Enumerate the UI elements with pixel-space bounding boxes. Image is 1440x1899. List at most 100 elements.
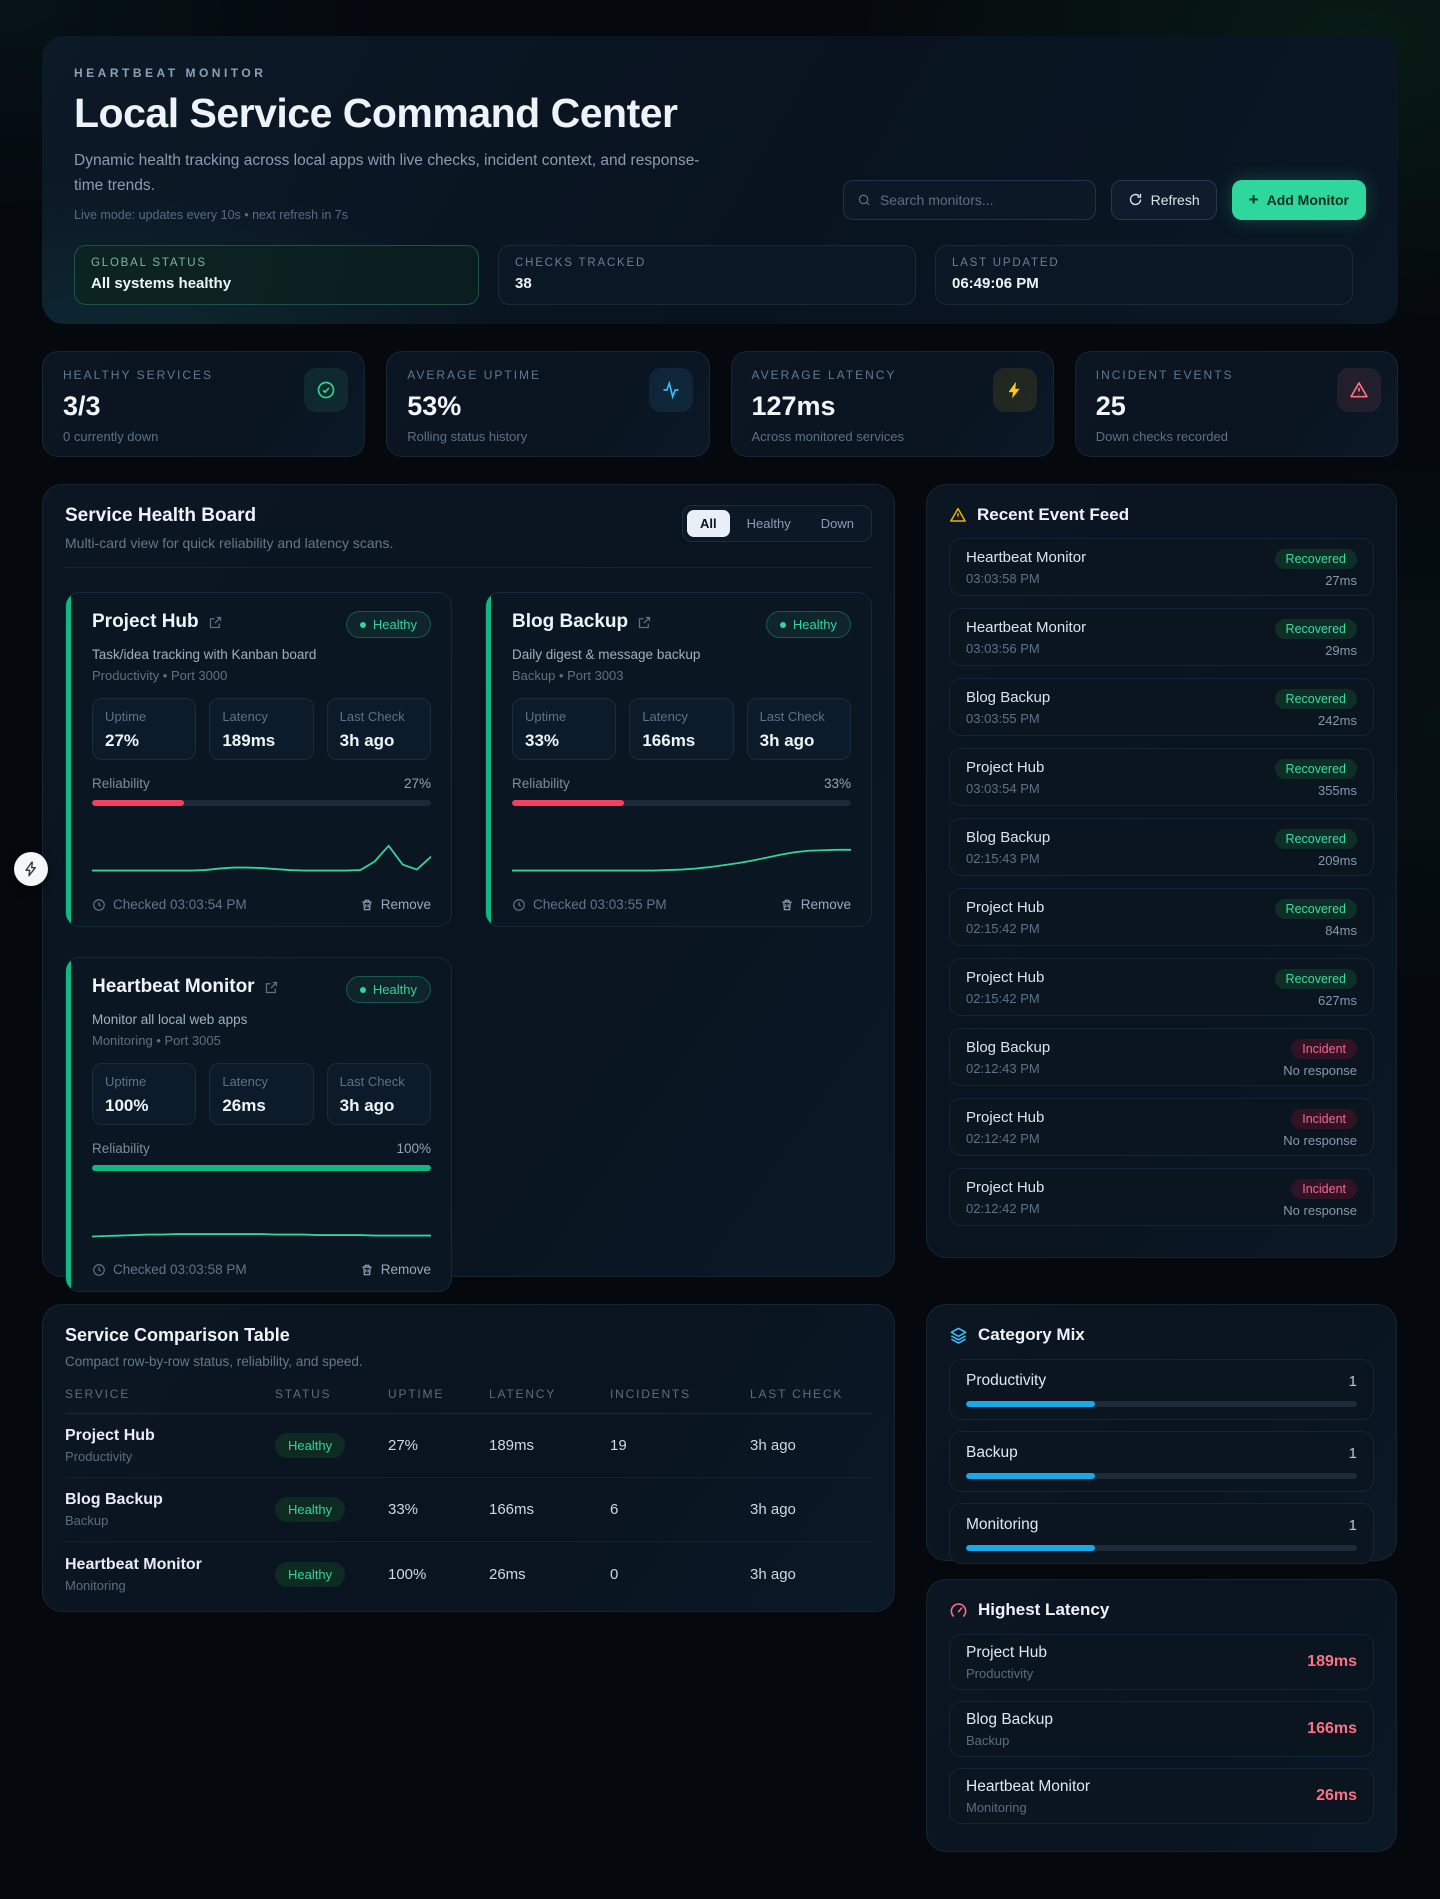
kpi-value: 127ms [752, 391, 1033, 422]
service-meta: Monitoring • Port 3005 [92, 1033, 431, 1048]
check-circle-icon [316, 380, 336, 400]
reliability-percent: 100% [396, 1141, 431, 1156]
category-track [966, 1473, 1357, 1479]
remove-label: Remove [381, 1262, 431, 1277]
reliability-label: Reliability [92, 1141, 150, 1156]
external-link-icon[interactable] [264, 980, 279, 995]
last-check-label: Last Check [340, 1074, 418, 1089]
kpi-sub: Rolling status history [407, 429, 688, 444]
feed-item: Project Hub03:03:54 PMRecovered355ms [949, 748, 1374, 806]
status-badge: Healthy [346, 976, 431, 1003]
service-card-heartbeat-monitor: Heartbeat Monitor Healthy Monitor all lo… [65, 957, 452, 1292]
event-service: Heartbeat Monitor [966, 549, 1086, 566]
event-badge: Recovered [1275, 969, 1357, 989]
kpi-average-uptime: AVERAGE UPTIME 53% Rolling status histor… [386, 351, 709, 457]
feed-item: Blog Backup03:03:55 PMRecovered242ms [949, 678, 1374, 736]
remove-button[interactable]: Remove [360, 897, 431, 912]
last-updated-label: LAST UPDATED [952, 257, 1336, 269]
trash-icon [360, 1263, 374, 1277]
latency-box: Latency26ms [209, 1063, 313, 1125]
global-status-label: GLOBAL STATUS [91, 257, 462, 269]
last-check-value: 3h ago [340, 1096, 418, 1116]
filter-healthy[interactable]: Healthy [734, 510, 804, 537]
page-description: Dynamic health tracking across local app… [74, 149, 704, 199]
external-link-icon[interactable] [208, 615, 223, 630]
row-category: Productivity [65, 1449, 275, 1464]
last-check-value: 3h ago [760, 731, 838, 751]
hero-text: HEARTBEAT MONITOR Local Service Command … [74, 66, 704, 222]
service-cards: Project Hub Healthy Task/idea tracking w… [65, 592, 872, 1292]
page: HEARTBEAT MONITOR Local Service Command … [0, 0, 1398, 1852]
event-badge: Incident [1291, 1179, 1357, 1199]
checks-tracked-value: 38 [515, 275, 899, 292]
event-badge: Recovered [1275, 759, 1357, 779]
board-title: Service Health Board [65, 505, 393, 527]
row-uptime: 27% [388, 1437, 489, 1454]
remove-button[interactable]: Remove [360, 1262, 431, 1277]
refresh-button[interactable]: Refresh [1111, 180, 1217, 220]
category-track [966, 1401, 1357, 1407]
event-service: Blog Backup [966, 829, 1050, 846]
recent-event-feed: Recent Event Feed Heartbeat Monitor03:03… [926, 484, 1397, 1258]
event-time: 03:03:55 PM [966, 711, 1050, 726]
status-text: Healthy [793, 617, 837, 632]
uptime-value: 27% [105, 731, 183, 751]
add-monitor-button[interactable]: + Add Monitor [1232, 180, 1366, 220]
right-column: Recent Event Feed Heartbeat Monitor03:03… [926, 484, 1397, 1852]
refresh-label: Refresh [1151, 192, 1200, 208]
service-meta: Backup • Port 3003 [512, 668, 851, 683]
latency-label: Latency [222, 1074, 300, 1089]
filter-down[interactable]: Down [808, 510, 867, 537]
category-name: Monitoring [966, 1516, 1038, 1534]
filter-all[interactable]: All [687, 510, 730, 537]
category-mix: Category Mix Productivity1 Backup1 Monit… [926, 1304, 1397, 1561]
category-mix-title: Category Mix [978, 1325, 1085, 1345]
latency-category: Monitoring [966, 1800, 1090, 1815]
table-subtitle: Compact row-by-row status, reliability, … [65, 1354, 872, 1369]
latency-service: Project Hub [966, 1644, 1047, 1662]
uptime-value: 33% [525, 731, 603, 751]
feed-item: Heartbeat Monitor03:03:58 PMRecovered27m… [949, 538, 1374, 596]
lightning-icon [23, 861, 39, 877]
kpi-sub: Down checks recorded [1096, 429, 1377, 444]
event-time: 03:03:54 PM [966, 781, 1044, 796]
uptime-label: Uptime [525, 709, 603, 724]
last-check-box: Last Check3h ago [327, 698, 431, 760]
uptime-box: Uptime27% [92, 698, 196, 760]
event-badge: Recovered [1275, 549, 1357, 569]
uptime-box: Uptime 33% [512, 698, 616, 760]
latency-value: 189ms [1307, 1653, 1357, 1671]
remove-button[interactable]: Remove [780, 897, 851, 912]
trash-icon [780, 898, 794, 912]
reliability-track [92, 1165, 431, 1171]
search-input[interactable] [880, 192, 1082, 208]
latency-box: Latency189ms [209, 698, 313, 760]
event-metric: 84ms [1325, 923, 1357, 938]
feed-title: Recent Event Feed [977, 505, 1129, 525]
alert-triangle-icon [1349, 380, 1369, 400]
global-status-value: All systems healthy [91, 275, 462, 292]
gauge-icon [949, 1601, 968, 1620]
service-description: Task/idea tracking with Kanban board [92, 647, 431, 662]
event-service: Project Hub [966, 1179, 1044, 1196]
col-last-check: LAST CHECK [750, 1387, 872, 1401]
external-link-icon[interactable] [637, 615, 652, 630]
status-dot-icon [360, 622, 366, 628]
reliability-fill [92, 1165, 431, 1171]
row-status-badge: Healthy [275, 1497, 345, 1522]
latency-value: 189ms [222, 731, 300, 751]
event-badge: Recovered [1275, 829, 1357, 849]
latency-service: Heartbeat Monitor [966, 1778, 1090, 1796]
feed-item: Blog Backup02:12:43 PMIncidentNo respons… [949, 1028, 1374, 1086]
search-box [843, 180, 1096, 220]
category-list: Productivity1 Backup1 Monitoring1 [949, 1359, 1374, 1564]
event-metric: No response [1283, 1203, 1357, 1218]
eyebrow: HEARTBEAT MONITOR [74, 66, 704, 80]
row-latency: 166ms [489, 1501, 610, 1518]
lightning-fab-button[interactable] [14, 852, 48, 886]
row-category: Backup [65, 1513, 275, 1528]
last-check-box: Last Check 3h ago [327, 1063, 431, 1125]
reliability-label: Reliability [512, 776, 570, 791]
warning-icon [949, 506, 967, 524]
feed-item: Project Hub02:15:42 PMRecovered84ms [949, 888, 1374, 946]
